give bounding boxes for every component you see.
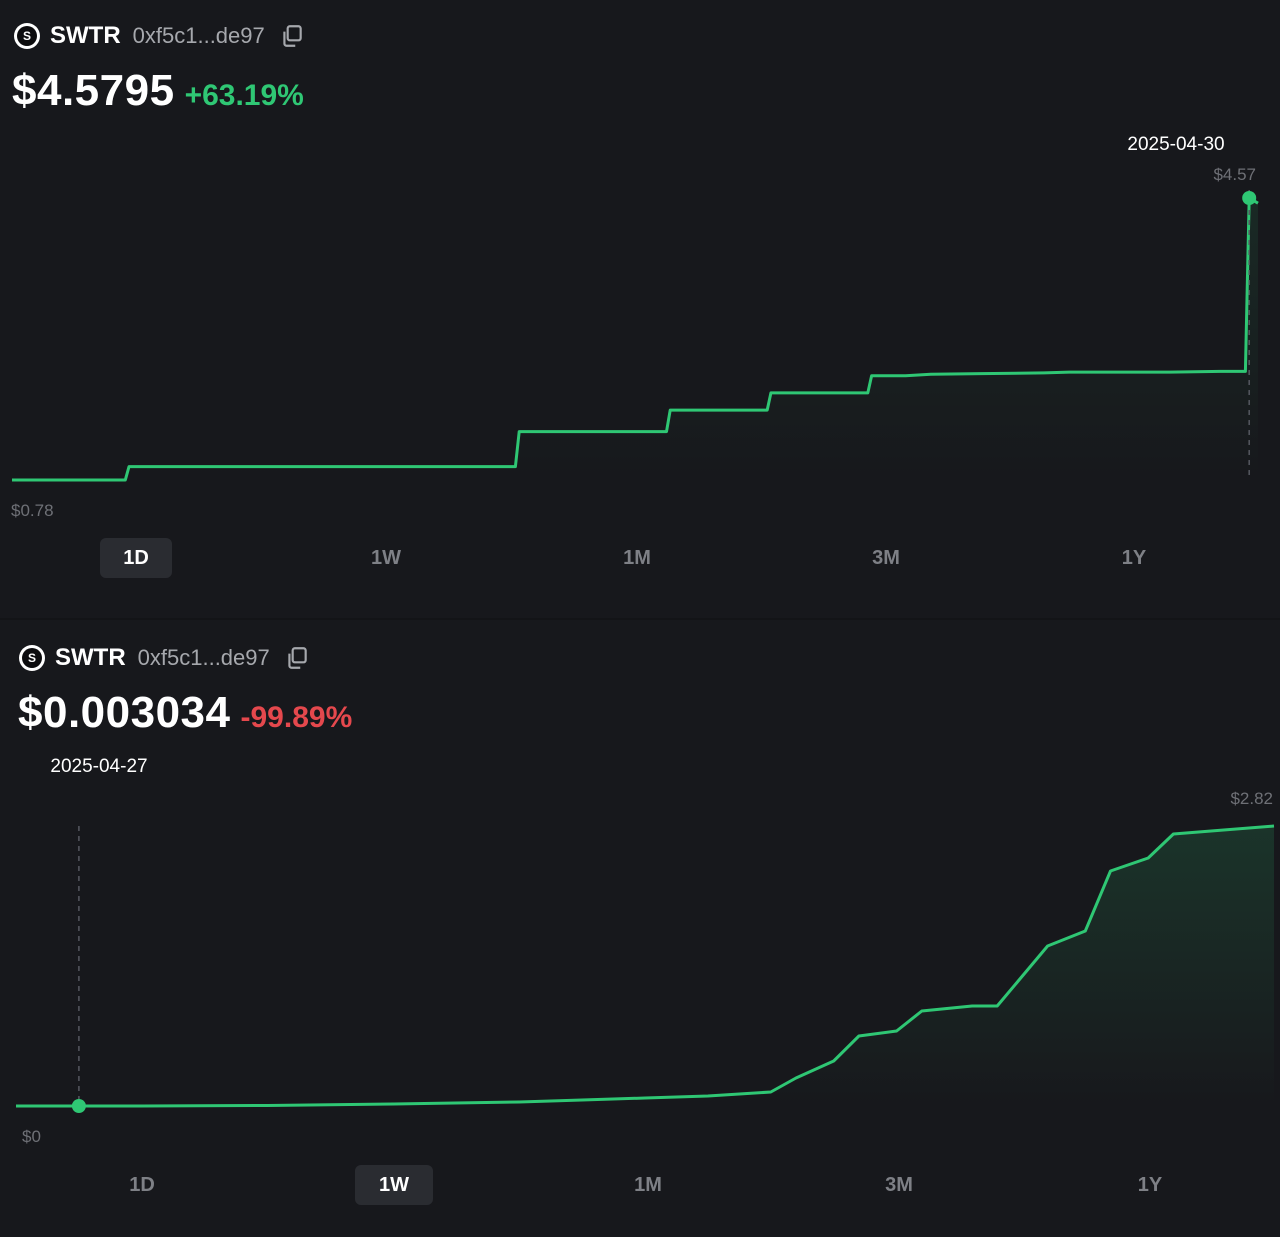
max-price-label: $2.82 — [1230, 789, 1273, 808]
token-address: 0xf5c1...de97 — [137, 645, 270, 670]
price-chart[interactable]: 2025-04-30 $4.57 $0.78 — [0, 120, 1280, 520]
range-tab-3m[interactable]: 3M — [847, 538, 925, 578]
token-header: S SWTR 0xf5c1...de97 — [19, 643, 310, 673]
token-header: S SWTR 0xf5c1...de97 — [14, 21, 305, 51]
max-price-label: $4.57 — [1213, 165, 1256, 184]
range-tab-1y[interactable]: 1Y — [1111, 1165, 1189, 1205]
range-tab-1y[interactable]: 1Y — [1095, 538, 1173, 578]
token-address: 0xf5c1...de97 — [132, 23, 265, 48]
min-price-label: $0.78 — [11, 501, 54, 520]
range-tab-1m[interactable]: 1M — [598, 538, 676, 578]
hover-point — [71, 1099, 86, 1113]
range-tab-1m[interactable]: 1M — [609, 1165, 687, 1205]
token-logo-icon: S — [19, 645, 45, 671]
range-tab-1w[interactable]: 1W — [347, 538, 425, 578]
range-tab-1w[interactable]: 1W — [355, 1165, 433, 1205]
range-selector: 1D 1W 1M 3M 1Y — [0, 1165, 1280, 1205]
chart-panel-1d: S SWTR 0xf5c1...de97 $4.5795 +63.19% 202… — [0, 0, 1280, 618]
hover-date-label: 2025-04-27 — [50, 756, 147, 777]
token-symbol: SWTR — [55, 644, 126, 671]
current-price: $4.5795 — [12, 66, 175, 115]
hover-date-label: 2025-04-30 — [1127, 134, 1224, 155]
price-change: -99.89% — [240, 701, 353, 734]
token-logo-icon: S — [14, 23, 40, 49]
copy-icon[interactable] — [284, 645, 310, 671]
current-price: $0.003034 — [18, 688, 231, 737]
range-tab-1d[interactable]: 1D — [100, 538, 172, 578]
min-price-label: $0 — [22, 1127, 41, 1146]
price-chart[interactable]: 2025-04-27 $2.82 $0 — [0, 750, 1280, 1170]
price-area — [12, 198, 1258, 480]
range-selector: 1D 1W 1M 3M 1Y — [0, 538, 1280, 578]
price-row: $0.003034 -99.89% — [18, 688, 352, 738]
chart-panel-1w: S SWTR 0xf5c1...de97 $0.003034 -99.89% 2… — [0, 620, 1280, 1237]
price-row: $4.5795 +63.19% — [12, 66, 304, 116]
range-tab-3m[interactable]: 3M — [860, 1165, 938, 1205]
price-change: +63.19% — [184, 79, 304, 112]
range-tab-1d[interactable]: 1D — [103, 1165, 181, 1205]
price-area — [16, 826, 1274, 1106]
hover-point — [1242, 191, 1257, 205]
copy-icon[interactable] — [279, 23, 305, 49]
token-symbol: SWTR — [50, 22, 121, 49]
